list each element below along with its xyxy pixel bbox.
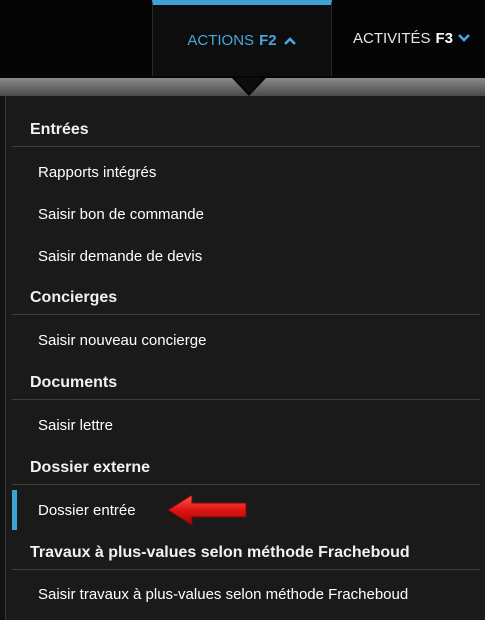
menu-item-saisir-travaux-plus-values[interactable]: Saisir travaux à plus-values selon métho… xyxy=(12,574,480,614)
section-header-dossier-externe: Dossier externe xyxy=(12,451,480,485)
tab-activites[interactable]: ACTIVITÉS F3 xyxy=(333,0,485,76)
menu-item-saisir-demande-de-devis[interactable]: Saisir demande de devis xyxy=(12,236,480,276)
section-header-travaux-plus-values: Travaux à plus-values selon méthode Frac… xyxy=(12,536,480,570)
menu-item-saisir-nouveau-concierge[interactable]: Saisir nouveau concierge xyxy=(12,320,480,360)
tab-actions[interactable]: ACTIONS F2 xyxy=(152,0,332,76)
tab-activites-label: ACTIVITÉS xyxy=(353,29,431,47)
section-header-concierges: Concierges xyxy=(12,281,480,315)
menu-item-saisir-lettre[interactable]: Saisir lettre xyxy=(12,405,480,445)
chevron-up-icon xyxy=(283,36,296,45)
section-header-documents: Documents xyxy=(12,366,480,400)
tab-actions-label: ACTIONS xyxy=(187,32,255,49)
menu-item-rapports-integres[interactable]: Rapports intégrés xyxy=(12,152,480,192)
red-arrow-annotation-icon xyxy=(167,494,247,526)
section-header-entrees: Entrées xyxy=(12,113,480,147)
tab-actions-shortcut: F2 xyxy=(259,32,277,49)
dropdown-pointer-inner xyxy=(235,78,263,93)
tab-activites-shortcut: F3 xyxy=(435,29,454,47)
chevron-down-icon xyxy=(458,34,470,42)
menu-item-saisir-bon-de-commande[interactable]: Saisir bon de commande xyxy=(12,194,480,234)
